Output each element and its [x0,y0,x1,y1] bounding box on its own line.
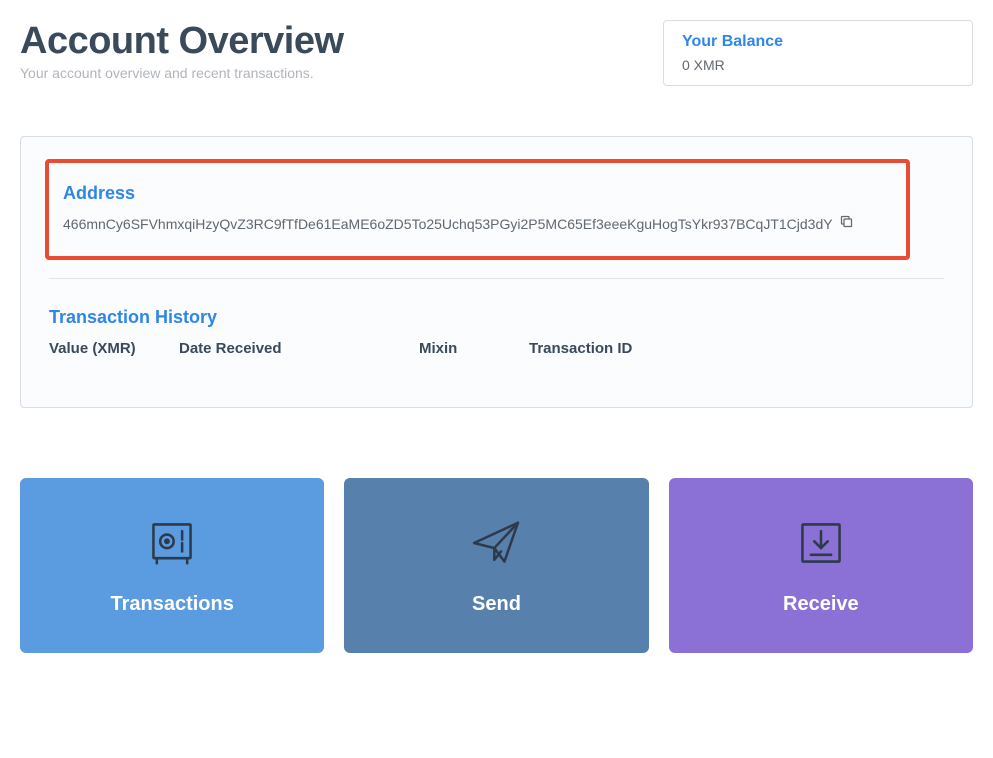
address-section: Address 466mnCy6SFVhmxqiHzyQvZ3RC9fTfDe6… [45,159,910,260]
divider [49,278,944,279]
column-mixin: Mixin [419,340,529,357]
balance-card: Your Balance 0 XMR [663,20,973,86]
receive-button[interactable]: Receive [669,478,973,653]
paper-plane-icon [467,516,525,575]
transactions-button[interactable]: Transactions [20,478,324,653]
download-icon [794,516,848,575]
transactions-label: Transactions [110,593,233,616]
column-txid: Transaction ID [529,340,944,357]
column-date: Date Received [179,340,419,357]
send-button[interactable]: Send [344,478,648,653]
page-subtitle: Your account overview and recent transac… [20,65,344,81]
address-value: 466mnCy6SFVhmxqiHzyQvZ3RC9fTfDe61EaME6oZ… [63,216,833,232]
balance-value: 0 XMR [682,57,954,73]
receive-label: Receive [783,593,859,616]
main-panel: Address 466mnCy6SFVhmxqiHzyQvZ3RC9fTfDe6… [20,136,973,408]
balance-label: Your Balance [682,33,954,51]
transaction-history-label: Transaction History [49,307,944,328]
copy-icon[interactable] [839,214,854,234]
transaction-table-header: Value (XMR) Date Received Mixin Transact… [49,340,944,357]
send-label: Send [472,593,521,616]
vault-icon [145,516,199,575]
page-header: Account Overview Your account overview a… [20,20,344,81]
page-title: Account Overview [20,20,344,63]
address-label: Address [63,183,892,204]
column-value: Value (XMR) [49,340,179,357]
